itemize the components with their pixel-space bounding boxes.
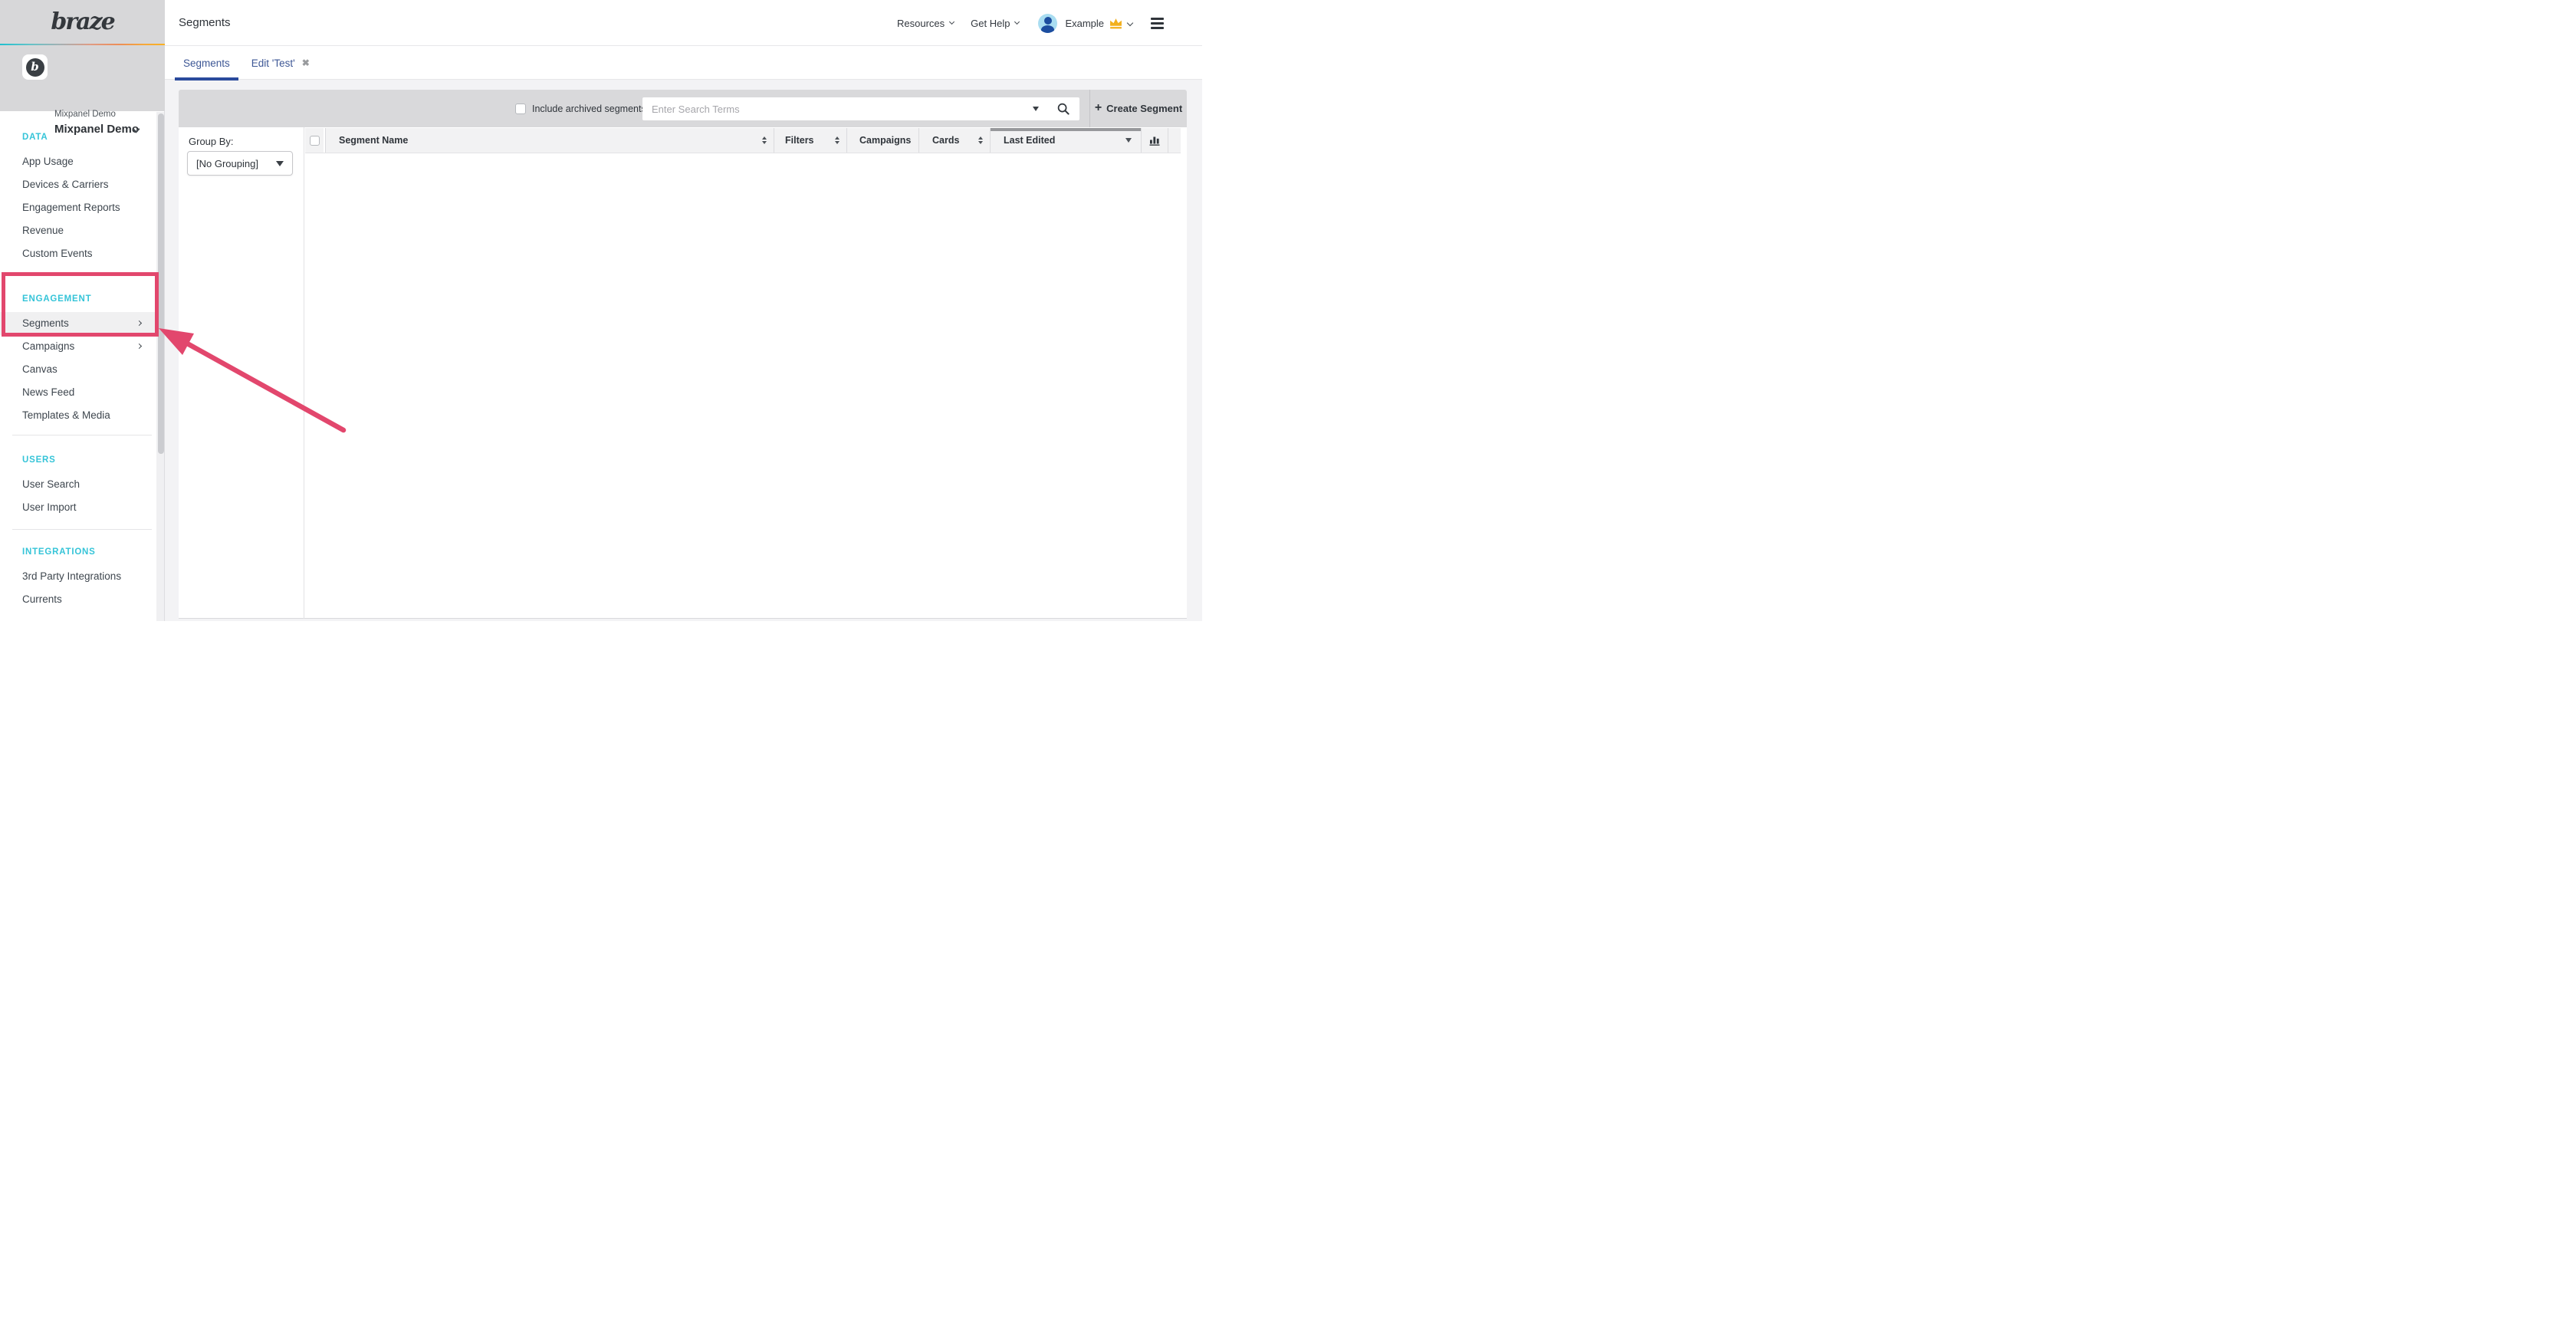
chevron-right-icon (136, 343, 142, 349)
active-tab-underline (175, 77, 238, 81)
braze-dashboard: Segments Resources Get Help Example (0, 0, 1202, 621)
avatar-body (1041, 25, 1054, 33)
close-icon[interactable]: ✖ (302, 58, 310, 68)
segments-toolbar: Include archived segments + Create Segme… (179, 90, 1187, 127)
avatar-head (1044, 17, 1052, 25)
search-input[interactable] (642, 97, 1033, 120)
segments-panel: Include archived segments + Create Segme… (179, 90, 1187, 619)
group-by-label: Group By: (189, 136, 234, 147)
tab-edit-test-label: Edit 'Test' (251, 58, 295, 69)
sidebar-item-custom-events[interactable]: Custom Events (0, 242, 159, 265)
workspace-icon: b (22, 54, 48, 80)
sidebar-scrollbar-thumb[interactable] (158, 113, 164, 454)
header-actions: Resources Get Help Example (897, 0, 1164, 46)
resources-label: Resources (897, 18, 945, 29)
column-campaigns[interactable]: Campaigns (846, 128, 918, 153)
section-title-data: DATA (0, 127, 165, 147)
sort-icon[interactable] (762, 136, 767, 144)
create-segment-button[interactable]: + Create Segment (1090, 90, 1187, 127)
include-archived-control: Include archived segments (515, 90, 646, 127)
workspace-switcher[interactable]: b Mixpanel Demo Mixpanel Demo (0, 45, 165, 111)
search-dropdown-caret-icon[interactable] (1033, 107, 1039, 111)
sidebar-section-data: DATA App Usage Devices & Carriers Engage… (0, 127, 165, 265)
resources-menu[interactable]: Resources (897, 18, 954, 29)
tab-edit-test[interactable]: Edit 'Test' ✖ (243, 46, 318, 80)
sidebar-section-integrations: INTEGRATIONS 3rd Party Integrations Curr… (0, 542, 165, 611)
user-avatar[interactable] (1038, 14, 1057, 33)
sidebar-section-users: USERS User Search User Import (0, 450, 165, 519)
column-filters[interactable]: Filters (774, 128, 846, 153)
tab-segments[interactable]: Segments (175, 46, 238, 80)
sidebar-item-app-usage[interactable]: App Usage (0, 150, 159, 173)
sidebar-section-engagement: ENGAGEMENT Segments Campaigns Canvas New… (0, 289, 165, 427)
column-last-edited[interactable]: Last Edited (990, 128, 1141, 153)
section-title-integrations: INTEGRATIONS (0, 542, 165, 562)
braze-logo[interactable]: braze (0, 0, 165, 44)
top-header: Segments Resources Get Help Example (165, 0, 1202, 46)
sort-icon[interactable] (835, 136, 840, 144)
user-name: Example (1065, 18, 1104, 29)
group-by-panel: Group By: [No Grouping] (179, 127, 304, 619)
search-icon[interactable] (1057, 103, 1070, 115)
select-all-checkbox[interactable] (310, 136, 320, 146)
section-title-users: USERS (0, 450, 165, 470)
tab-bar: Segments Edit 'Test' ✖ (165, 46, 1202, 80)
get-help-menu[interactable]: Get Help (971, 18, 1019, 29)
sidebar-item-currents[interactable]: Currents (0, 588, 159, 611)
sidebar-item-3rd-party-integrations[interactable]: 3rd Party Integrations (0, 565, 159, 588)
include-archived-label: Include archived segments (532, 104, 646, 114)
sidebar-item-user-import[interactable]: User Import (0, 496, 159, 519)
sort-icon[interactable] (978, 136, 983, 144)
group-by-dropdown[interactable]: [No Grouping] (187, 151, 293, 176)
sidebar: braze b Mixpanel Demo Mixpanel Demo DATA… (0, 0, 165, 621)
group-by-value: [No Grouping] (188, 158, 276, 169)
sidebar-item-templates-media[interactable]: Templates & Media (0, 404, 159, 427)
chevron-down-icon (1014, 19, 1020, 25)
sidebar-item-news-feed[interactable]: News Feed (0, 381, 159, 404)
tab-segments-label: Segments (183, 58, 230, 69)
chevron-right-icon (136, 320, 142, 326)
column-cards[interactable]: Cards (918, 128, 990, 153)
page-title: Segments (179, 0, 231, 46)
segments-table-header: Segment Name Filters Campaigns Cards Las… (305, 128, 1181, 153)
section-title-engagement: ENGAGEMENT (0, 289, 165, 309)
caret-down-icon (276, 161, 284, 166)
include-archived-checkbox[interactable] (515, 104, 526, 114)
braze-b-icon: b (26, 58, 44, 77)
bar-chart-icon (1149, 135, 1161, 146)
header-select-all-cell (305, 128, 324, 153)
column-analytics[interactable] (1141, 128, 1168, 153)
chevron-down-icon[interactable] (1127, 20, 1133, 26)
app-group-name: Mixpanel Demo (54, 110, 116, 119)
sidebar-item-segments[interactable]: Segments (0, 312, 159, 335)
sidebar-item-engagement-reports[interactable]: Engagement Reports (0, 196, 159, 219)
sidebar-item-user-search[interactable]: User Search (0, 473, 159, 496)
crown-icon (1109, 18, 1122, 29)
sidebar-item-devices-carriers[interactable]: Devices & Carriers (0, 173, 159, 196)
sidebar-item-canvas[interactable]: Canvas (0, 358, 159, 381)
hamburger-menu-icon[interactable] (1151, 18, 1164, 29)
chevron-down-icon (949, 19, 955, 25)
segment-search-box (642, 97, 1079, 120)
sort-desc-icon[interactable] (1125, 138, 1132, 143)
sorted-column-indicator (991, 128, 1141, 131)
get-help-label: Get Help (971, 18, 1010, 29)
sidebar-item-revenue[interactable]: Revenue (0, 219, 159, 242)
column-segment-name[interactable]: Segment Name (325, 128, 774, 153)
create-segment-label: Create Segment (1106, 103, 1182, 114)
plus-icon: + (1095, 102, 1102, 114)
header-trailing-cell (1168, 128, 1181, 153)
sidebar-divider (12, 529, 152, 530)
sidebar-item-campaigns[interactable]: Campaigns (0, 335, 159, 358)
